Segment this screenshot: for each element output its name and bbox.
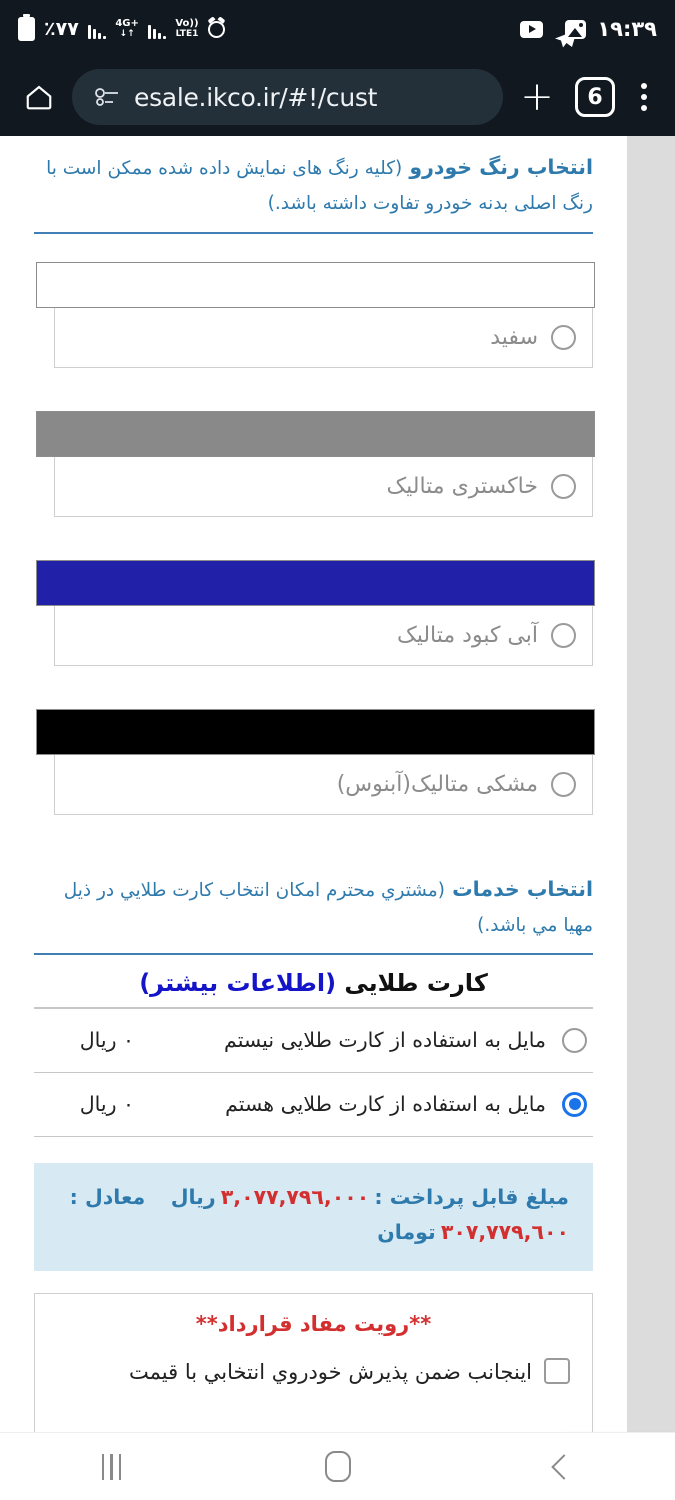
- status-bar: ٪٧٧ 4G+ ↓↑ Vo)) LTE1 ١٩:٣٩: [0, 0, 675, 58]
- service-label: مایل به استفاده از کارت طلایی هستم: [225, 1092, 546, 1116]
- url-text: esale.ikco.ir/#!/cust: [134, 82, 378, 112]
- service-radio[interactable]: [562, 1027, 587, 1053]
- volte-icon: Vo)) LTE1: [175, 18, 199, 39]
- equivalent-label: معادل :: [69, 1184, 146, 1209]
- status-bar-left: ٪٧٧ 4G+ ↓↑ Vo)) LTE1: [18, 14, 225, 41]
- status-bar-clock: ١٩:٣٩: [597, 17, 657, 41]
- color-option-label-row[interactable]: خاکستری متالیک: [53, 456, 593, 517]
- home-icon[interactable]: [325, 1451, 352, 1482]
- payable-amount-rial: ٣,٠٧٧,٧٩٦,٠٠٠: [220, 1184, 370, 1209]
- toman-unit: تومان: [377, 1220, 436, 1245]
- battery-percent: ٪٧٧: [44, 18, 79, 40]
- rial-unit: ریال: [170, 1184, 216, 1209]
- color-radio[interactable]: [551, 771, 576, 797]
- gold-card-title-text: کارت طلایی: [344, 969, 488, 997]
- site-settings-icon: [95, 88, 118, 106]
- recents-icon[interactable]: [101, 1453, 122, 1480]
- color-swatch: [36, 708, 595, 755]
- color-option-name: خاکستری متالیک: [386, 473, 538, 499]
- color-option-label-row[interactable]: مشکی متالیک(آبنوس): [53, 754, 593, 815]
- color-option-card[interactable]: آبی کبود متالیک: [34, 559, 595, 666]
- color-option-name: مشکی متالیک(آبنوس): [336, 771, 538, 797]
- color-option-label-row[interactable]: سفید: [53, 307, 593, 368]
- color-section-title: انتخاب رنگ خودرو: [409, 155, 593, 179]
- color-swatch: [36, 410, 595, 457]
- service-price: ٠ ریال: [79, 1092, 134, 1116]
- services-section-title: انتخاب خدمات: [452, 876, 593, 901]
- service-row[interactable]: مایل به استفاده از کارت طلایی هستم ٠ ریا…: [34, 1073, 593, 1137]
- color-radio[interactable]: [551, 622, 576, 648]
- color-option-label-row[interactable]: آبی کبود متالیک: [53, 605, 593, 666]
- contract-text: اینجانب ضمن پذیرش خودروي انتخابي با قیمت: [129, 1360, 532, 1385]
- tab-switcher-button[interactable]: 6: [575, 77, 615, 117]
- color-option-name: آبی کبود متالیک: [397, 622, 538, 648]
- color-option-card[interactable]: مشکی متالیک(آبنوس): [34, 708, 595, 815]
- color-radio[interactable]: [551, 473, 576, 499]
- contract-accept-row[interactable]: اینجانب ضمن پذیرش خودروي انتخابي با قیمت: [57, 1356, 570, 1390]
- color-option-card[interactable]: سفید: [34, 261, 595, 368]
- payable-amount-toman: ٣٠٧,٧٧٩,٦٠٠: [440, 1220, 569, 1245]
- service-label: مایل به استفاده از کارت طلایی نیستم: [224, 1028, 546, 1052]
- phone-screen: ٪٧٧ 4G+ ↓↑ Vo)) LTE1 ١٩:٣٩ esale.ikco.ir…: [0, 0, 675, 1500]
- contract-title: **رویت مفاد قرارداد**: [195, 1312, 432, 1337]
- payable-amount-box: مبلغ قابل پرداخت : ٣,٠٧٧,٧٩٦,٠٠٠ ریال مع…: [34, 1162, 593, 1272]
- youtube-icon: [520, 20, 544, 38]
- color-option-name: سفید: [490, 324, 538, 350]
- service-row[interactable]: مایل به استفاده از کارت طلایی نیستم ٠ ری…: [34, 1009, 593, 1073]
- color-section-heading: انتخاب رنگ خودرو (کلیه رنگ های نمایش داد…: [34, 136, 593, 221]
- signal-bars-icon-2: [147, 19, 167, 39]
- more-vertical-icon[interactable]: [629, 83, 659, 111]
- address-bar[interactable]: esale.ikco.ir/#!/cust: [72, 69, 503, 125]
- contract-box: **رویت مفاد قرارداد** اینجانب ضمن پذیرش …: [34, 1293, 593, 1432]
- gallery-icon: [565, 19, 587, 39]
- color-swatch: [36, 261, 595, 308]
- service-price: ٠ ریال: [79, 1028, 134, 1052]
- page-content: انتخاب رنگ خودرو (کلیه رنگ های نمایش داد…: [0, 136, 627, 1432]
- status-bar-right: ١٩:٣٩: [520, 17, 657, 48]
- gold-card-title: کارت طلایی (اطلاعات بیشتر): [34, 955, 593, 1007]
- gold-card-more-link[interactable]: (اطلاعات بیشتر): [139, 969, 336, 997]
- color-option-card[interactable]: خاکستری متالیک: [34, 410, 595, 517]
- contract-checkbox[interactable]: [544, 1358, 570, 1385]
- web-viewport: انتخاب رنگ خودرو (کلیه رنگ های نمایش داد…: [0, 136, 675, 1432]
- signal-bars-icon: [87, 19, 107, 39]
- services-section-heading: انتخاب خدمات (مشتري محترم امکان انتخاب ک…: [34, 858, 593, 943]
- network-4g-icon: 4G+ ↓↑: [115, 18, 139, 39]
- payable-label: مبلغ قابل پرداخت :: [374, 1184, 569, 1209]
- system-nav-bar: [0, 1432, 675, 1500]
- color-radio[interactable]: [551, 324, 576, 350]
- new-tab-button[interactable]: +: [513, 77, 561, 117]
- browser-toolbar: esale.ikco.ir/#!/cust + 6: [0, 58, 675, 136]
- back-icon[interactable]: [551, 1453, 577, 1480]
- alarm-icon: [207, 20, 225, 38]
- service-radio-selected[interactable]: [562, 1091, 587, 1117]
- battery-icon: [18, 14, 35, 41]
- color-option-list: سفید خاکستری متالیک آبی کبود متالیک مشکی…: [34, 234, 595, 815]
- color-swatch: [36, 559, 595, 606]
- home-icon[interactable]: [16, 74, 62, 120]
